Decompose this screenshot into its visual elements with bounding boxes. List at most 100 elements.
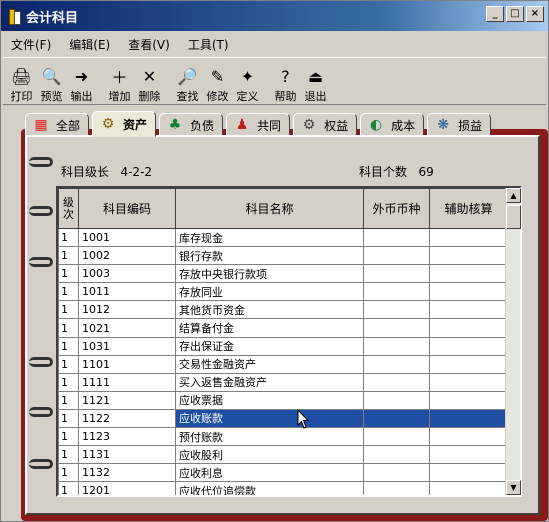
tab-profit-loss[interactable]: ❋ 损益 <box>427 113 492 137</box>
cell-auxiliary <box>429 300 508 320</box>
category-tabs: ▦ 全部 ⚙ 资产 ♣ 负债 ♟ 共同 ⚙ 权益 ◐ 成本 ❋ 损益 <box>25 111 492 137</box>
table-row[interactable]: 1 1011 存放同业 <box>58 282 508 302</box>
column-header-level[interactable]: 级次 <box>58 188 79 229</box>
account-count-info: 科目个数 69 <box>359 163 434 180</box>
table-row[interactable]: 1 1111 买入返售金融资产 <box>58 373 508 392</box>
maximize-button[interactable]: □ <box>506 6 524 22</box>
toolbar-button-label: 帮助 <box>274 90 297 103</box>
toolbar-button-label: 修改 <box>206 90 229 103</box>
all-icon: ▦ <box>34 117 48 133</box>
tab-equity[interactable]: ⚙ 权益 <box>293 113 358 137</box>
cell-code: 1121 <box>78 391 176 410</box>
account-count-value: 69 <box>418 165 434 179</box>
scroll-up-icon[interactable]: ▲ <box>506 188 521 203</box>
cell-level: 1 <box>58 337 79 356</box>
table-row[interactable]: 1 1201 应收代位追偿款 <box>58 481 508 495</box>
account-level-info: 科目级长 4-2-2 <box>61 163 152 180</box>
assets-icon: ⚙ <box>101 116 115 132</box>
toolbar-button-label: 输出 <box>70 90 93 103</box>
column-header-currency[interactable]: 外币币种 <box>363 188 430 229</box>
table-row[interactable]: 1 1122 应收账款 <box>58 409 508 429</box>
menu-file[interactable]: 文件(F) <box>9 35 53 54</box>
table-row[interactable]: 1 1002 银行存款 <box>58 246 508 266</box>
cell-auxiliary <box>429 409 508 429</box>
cell-currency <box>363 391 430 410</box>
cell-code: 1011 <box>78 282 176 302</box>
toolbar-add-button[interactable]: ＋ 增加 <box>105 60 134 104</box>
cell-currency <box>363 228 430 248</box>
vertical-scrollbar[interactable]: ▲ ▼ <box>505 188 521 495</box>
cell-level: 1 <box>58 409 79 429</box>
table-row[interactable]: 1 1031 存出保证金 <box>58 337 508 356</box>
cell-code: 1002 <box>78 246 176 266</box>
cell-level: 1 <box>58 282 79 302</box>
close-button[interactable]: × <box>526 6 544 22</box>
toolbar-define-button[interactable]: ✦ 定义 <box>233 60 262 104</box>
toolbar-export-button[interactable]: ➜ 输出 <box>67 60 96 104</box>
cell-level: 1 <box>58 373 79 392</box>
cell-auxiliary <box>429 228 508 248</box>
cell-code: 1131 <box>78 445 176 465</box>
binder-ring-icon <box>29 407 53 417</box>
table-row[interactable]: 1 1132 应收利息 <box>58 463 508 483</box>
menu-edit[interactable]: 编辑(E) <box>67 35 112 54</box>
cell-auxiliary <box>429 318 508 338</box>
cell-code: 1101 <box>78 355 176 374</box>
table-row[interactable]: 1 1131 应收股利 <box>58 445 508 465</box>
menu-tools[interactable]: 工具(T) <box>186 35 231 54</box>
table-row[interactable]: 1 1001 库存现金 <box>58 228 508 248</box>
binder-ring-icon <box>29 459 53 469</box>
scroll-thumb[interactable] <box>506 205 521 229</box>
menu-view[interactable]: 查看(V) <box>126 35 172 54</box>
cell-name: 银行存款 <box>175 246 364 266</box>
tab-label: 负债 <box>190 118 215 133</box>
cell-auxiliary <box>429 481 508 495</box>
cell-auxiliary <box>429 355 508 374</box>
binder-ring-icon <box>29 257 53 267</box>
column-header-code[interactable]: 科目编码 <box>78 188 176 229</box>
toolbar-exit-button[interactable]: ⏏ 退出 <box>301 60 330 104</box>
table-row[interactable]: 1 1003 存放中央银行款项 <box>58 264 508 284</box>
table-row[interactable]: 1 1121 应收票据 <box>58 391 508 410</box>
tab-cost[interactable]: ◐ 成本 <box>360 113 425 137</box>
toolbar-delete-button[interactable]: ✕ 删除 <box>135 60 164 104</box>
toolbar-find-button[interactable]: 🔎 查找 <box>173 60 202 104</box>
mouse-cursor-icon <box>297 409 309 429</box>
tab-common[interactable]: ♟ 共同 <box>226 113 291 137</box>
column-header-name[interactable]: 科目名称 <box>175 188 364 229</box>
table-row[interactable]: 1 1101 交易性金融资产 <box>58 355 508 374</box>
cell-name: 结算备付金 <box>175 318 364 338</box>
tab-label: 损益 <box>458 118 483 133</box>
tab-all[interactable]: ▦ 全部 <box>25 113 90 137</box>
minimize-button[interactable]: _ <box>486 6 504 22</box>
tab-label: 共同 <box>257 118 282 133</box>
cell-name: 买入返售金融资产 <box>175 373 364 392</box>
liabilities-icon: ♣ <box>168 117 182 133</box>
tab-assets[interactable]: ⚙ 资产 <box>92 111 157 137</box>
cell-name: 存出保证金 <box>175 337 364 356</box>
cell-name: 应收利息 <box>175 463 364 483</box>
app-icon <box>7 8 21 25</box>
cell-auxiliary <box>429 246 508 266</box>
toolbar-help-button[interactable]: ? 帮助 <box>271 60 300 104</box>
column-header-auxiliary[interactable]: 辅助核算 <box>429 188 508 229</box>
toolbar-preview-button[interactable]: 🔍 预览 <box>37 60 66 104</box>
tab-liabilities[interactable]: ♣ 负债 <box>159 113 224 137</box>
scroll-down-icon[interactable]: ▼ <box>506 480 521 495</box>
account-level-value: 4-2-2 <box>120 165 153 179</box>
tab-label: 权益 <box>324 118 349 133</box>
accounts-grid[interactable]: 级次 科目编码 科目名称 外币币种 辅助核算 1 1001 库存现金 1 1002 银行存… <box>56 186 522 497</box>
toolbar-printer-button[interactable]: 🖨 打印 <box>7 60 36 104</box>
printer-icon: 🖨 <box>11 66 32 86</box>
cell-code: 1122 <box>78 409 176 429</box>
cell-currency <box>363 427 430 447</box>
table-row[interactable]: 1 1021 结算备付金 <box>58 318 508 338</box>
exit-icon: ⏏ <box>307 66 324 86</box>
cell-currency <box>363 282 430 302</box>
cell-name: 其他货币资金 <box>175 300 364 320</box>
table-row[interactable]: 1 1012 其他货币资金 <box>58 300 508 320</box>
table-row[interactable]: 1 1123 预付账款 <box>58 427 508 447</box>
toolbar-edit-button[interactable]: ✎ 修改 <box>203 60 232 104</box>
cell-code: 1111 <box>78 373 176 392</box>
cell-auxiliary <box>429 427 508 447</box>
